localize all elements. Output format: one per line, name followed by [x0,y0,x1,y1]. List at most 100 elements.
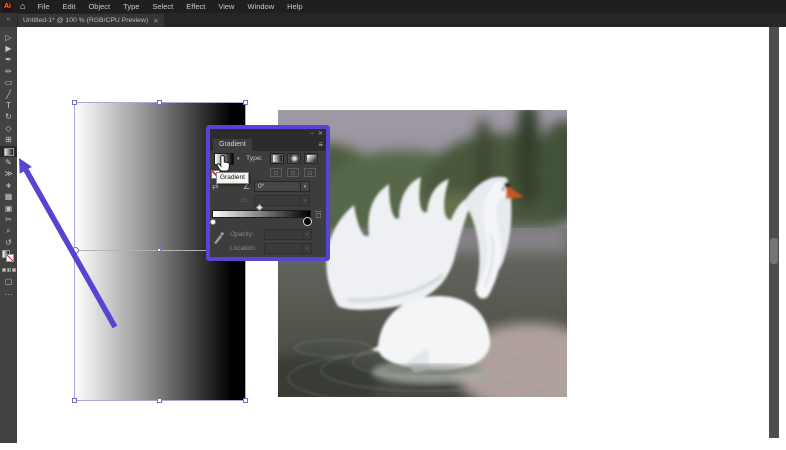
panel-close-icon[interactable]: ✕ [318,131,323,137]
artboard-tool-icon: ▣ [4,203,13,213]
direct-selection-tool[interactable]: ▶ [0,43,17,54]
menu-window[interactable]: Window [247,2,274,11]
linear-gradient-button[interactable] [270,153,284,164]
blend-tool[interactable]: ≫ [0,169,17,180]
direct-selection-tool-icon: ▶ [5,44,12,54]
selection-tool[interactable]: ▷ [0,32,17,43]
symbol-sprayer-tool[interactable]: ∗ [0,180,17,191]
gradient-panel-tab[interactable]: Gradient [213,139,252,151]
color-picker-icon[interactable] [212,230,225,245]
object-center-point [157,248,161,252]
opacity-dropdown-arrow-icon: ▾ [302,230,311,239]
draw-mode-button-icon: ▢ [4,276,13,286]
rotate-tool[interactable]: ↻ [0,112,17,123]
angle-dropdown[interactable]: 0° ▾ [254,181,310,192]
rectangle-tool-icon: ▭ [4,78,13,88]
artboard-tool[interactable]: ▣ [0,203,17,214]
menu-select[interactable]: Select [152,2,173,11]
menu-edit[interactable]: Edit [63,2,76,11]
home-icon[interactable]: ⌂ [20,2,25,11]
panel-title-bar[interactable]: − ✕ [210,129,326,138]
white-color-stop[interactable] [210,219,216,225]
menu-bar: Ai ⌂ File Edit Object Type Select Effect… [0,0,786,13]
tab-close-icon[interactable]: ✕ [153,17,158,25]
illustrator-window: Ai ⌂ File Edit Object Type Select Effect… [0,0,786,450]
paintbrush-tool[interactable]: ✏ [0,66,17,77]
freeform-gradient-button[interactable] [304,153,318,164]
menu-view[interactable]: View [218,2,234,11]
slice-tool[interactable]: ✂ [0,214,17,225]
aspect-dropdown-arrow-icon: ▾ [300,196,309,205]
eraser-tool[interactable]: ◇ [0,123,17,134]
selection-handle[interactable] [72,100,77,105]
panel-minimize-icon[interactable]: − [310,131,314,137]
hand-cursor-icon [216,154,230,172]
slice-tool-icon: ✂ [5,214,12,224]
selection-handle[interactable] [243,100,248,105]
delete-stop-icon [315,211,322,219]
type-tool-icon: T [6,101,11,111]
selection-handle[interactable] [157,100,162,105]
rectangle-tool[interactable]: ▭ [0,78,17,89]
gradient-tooltip: Gradient [216,172,249,184]
rotate-view-tool-icon: ↺ [5,237,12,247]
selection-handle[interactable] [72,398,77,403]
toolbar-menu-icon: … [4,287,13,297]
gradient-panel-body: ▾ Type: Gradient ⇄ ∠ 0° ▾ ▭ ▾ Opacity: ▾… [210,151,326,257]
toolbar-collapse-icon[interactable]: « [0,13,17,27]
panel-menu-icon[interactable]: ≡ [318,140,323,149]
menu-file[interactable]: File [37,2,49,11]
location-label: Location: [230,245,257,252]
selection-handle[interactable] [157,398,162,403]
blend-tool-icon: ≫ [4,169,13,179]
menu-object[interactable]: Object [88,2,110,11]
gradient-slider[interactable] [212,210,311,218]
rotate-tool-icon: ↻ [5,112,12,122]
menu-help[interactable]: Help [287,2,302,11]
zoom-tool[interactable]: ⌕ [0,226,17,237]
gradient-annotator-origin[interactable] [72,247,79,254]
angle-value: 0° [258,183,265,190]
vertical-scrollbar[interactable] [769,27,779,438]
radial-gradient-button[interactable] [287,153,301,164]
selection-handle[interactable] [243,398,248,403]
column-graph-tool[interactable]: ▦ [0,191,17,202]
toolbar-menu[interactable]: … [0,287,17,298]
gradient-tool[interactable] [0,145,17,158]
color-mode-buttons[interactable] [0,264,17,275]
document-title: Untitled-1* @ 100 % (RGB/CPU Preview) [23,17,149,24]
gradient-swatch-dropdown-icon[interactable]: ▾ [237,156,240,162]
zoom-tool-icon: ⌕ [6,226,11,236]
none-button[interactable] [11,268,16,273]
gradient-button[interactable] [6,268,11,273]
document-tab[interactable]: Untitled-1* @ 100 % (RGB/CPU Preview) ✕ [18,14,164,27]
aspect-ratio-icon: ▭ [241,197,248,204]
paintbrush-tool-icon: ✏ [5,66,12,76]
column-graph-tool-icon: ▦ [4,192,13,202]
location-dropdown-arrow-icon: ▾ [302,244,311,253]
line-segment-tool[interactable]: ╱ [0,89,17,100]
eraser-tool-icon: ◇ [5,123,12,133]
stroke-color-icon[interactable] [6,253,14,262]
stroke-gradient-within-button [270,168,282,177]
fill-stroke-proxy[interactable] [0,248,17,264]
scrollbar-thumb[interactable] [770,238,778,264]
stroke-gradient-across-button [304,168,316,177]
type-tool[interactable]: T [0,100,17,111]
draw-mode-button[interactable]: ▢ [0,276,17,287]
radial-gradient-icon [289,155,299,162]
menu-effect[interactable]: Effect [186,2,205,11]
eyedropper-tool-icon: ✎ [5,157,12,167]
eyedropper-tool[interactable]: ✎ [0,157,17,168]
stroke-gradient-along-button [287,168,299,177]
app-logo-icon[interactable]: Ai [2,1,13,12]
rotate-view-tool[interactable]: ↺ [0,237,17,248]
scale-tool[interactable]: ⊞ [0,135,17,146]
pen-tool[interactable]: ✒ [0,55,17,66]
opacity-dropdown: ▾ [264,229,312,240]
black-color-stop[interactable] [303,217,312,226]
menu-type[interactable]: Type [123,2,139,11]
angle-dropdown-arrow-icon[interactable]: ▾ [300,182,309,191]
selection-tool-icon: ▷ [5,32,12,42]
color-button[interactable] [1,268,6,273]
